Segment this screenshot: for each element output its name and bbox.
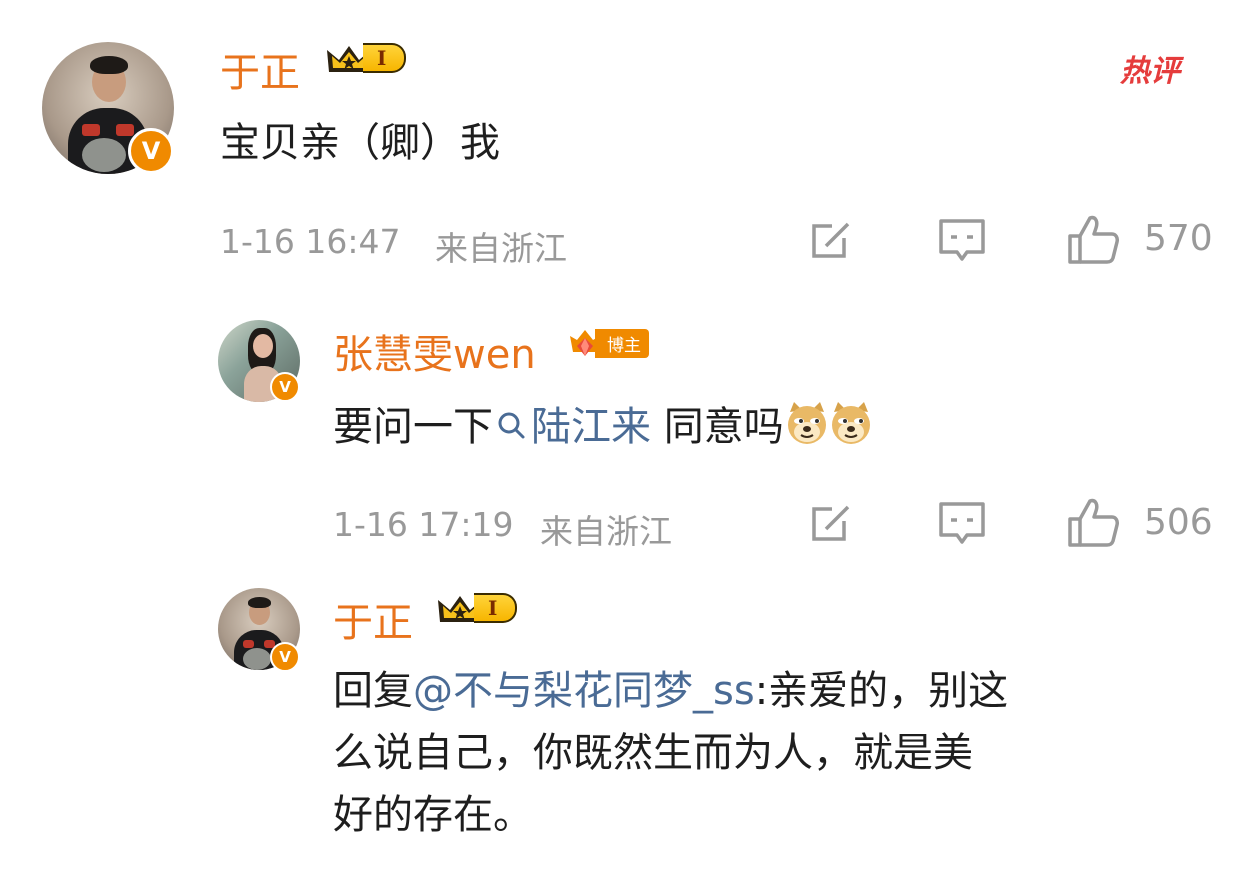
doge-emoji bbox=[784, 400, 828, 444]
comment-location: 来自浙江 bbox=[540, 512, 672, 551]
comment-icon[interactable] bbox=[936, 216, 988, 266]
blogger-badge: 博主 bbox=[567, 326, 649, 360]
reply-prefix: 回复 bbox=[333, 668, 413, 714]
author-name[interactable]: 于正 bbox=[220, 40, 300, 98]
doge-emoji bbox=[828, 400, 872, 444]
share-icon[interactable] bbox=[806, 499, 854, 547]
comment-time: 1-16 16:47 bbox=[220, 222, 401, 261]
hot-comment-tag: 热评 bbox=[1120, 54, 1180, 89]
comment-icon[interactable] bbox=[936, 499, 988, 549]
level-badge: I bbox=[325, 42, 407, 74]
blogger-label: 博主 bbox=[595, 328, 649, 358]
author-name[interactable]: 于正 bbox=[333, 590, 413, 648]
verified-badge-icon: V bbox=[270, 642, 300, 672]
like-count: 506 bbox=[1144, 502, 1213, 543]
comment-time: 1-16 17:19 bbox=[333, 505, 514, 544]
level-label: I bbox=[363, 43, 407, 73]
reply-line-3: 好的存在。 bbox=[333, 792, 533, 838]
level-label: I bbox=[474, 593, 518, 623]
like-count: 570 bbox=[1144, 218, 1213, 259]
comment-text: 宝贝亲（卿）我 bbox=[220, 120, 500, 166]
author-name[interactable]: 张慧雯wen bbox=[333, 322, 536, 380]
topic-link[interactable]: 陆江来 bbox=[493, 404, 651, 450]
search-icon bbox=[498, 412, 525, 439]
text-before: 要问一下 bbox=[333, 404, 493, 450]
reply-text-1: :亲爱的，别这 bbox=[754, 668, 1009, 714]
like-icon[interactable] bbox=[1066, 212, 1122, 266]
verified-badge-icon: V bbox=[128, 128, 174, 174]
verified-badge-icon: V bbox=[270, 372, 300, 402]
text-after: 同意吗 bbox=[651, 404, 784, 450]
level-badge: I bbox=[436, 592, 518, 624]
like-icon[interactable] bbox=[1066, 495, 1122, 549]
mention-text: 陆江来 bbox=[531, 404, 651, 450]
comment-text: 回复@不与梨花同梦_ss:亲爱的，别这 么说自己，你既然生而为人，就是美 好的存… bbox=[333, 660, 1233, 846]
reply-mention-link[interactable]: @不与梨花同梦_ss bbox=[413, 668, 755, 714]
reply-line-1: 回复@不与梨花同梦_ss:亲爱的，别这 bbox=[333, 660, 1233, 722]
share-icon[interactable] bbox=[806, 216, 854, 264]
gem-icon bbox=[567, 326, 601, 360]
comment-location: 来自浙江 bbox=[435, 229, 567, 268]
comment-text: 要问一下 陆江来 同意吗 bbox=[333, 396, 872, 458]
reply-line-2: 么说自己，你既然生而为人，就是美 bbox=[333, 730, 973, 776]
